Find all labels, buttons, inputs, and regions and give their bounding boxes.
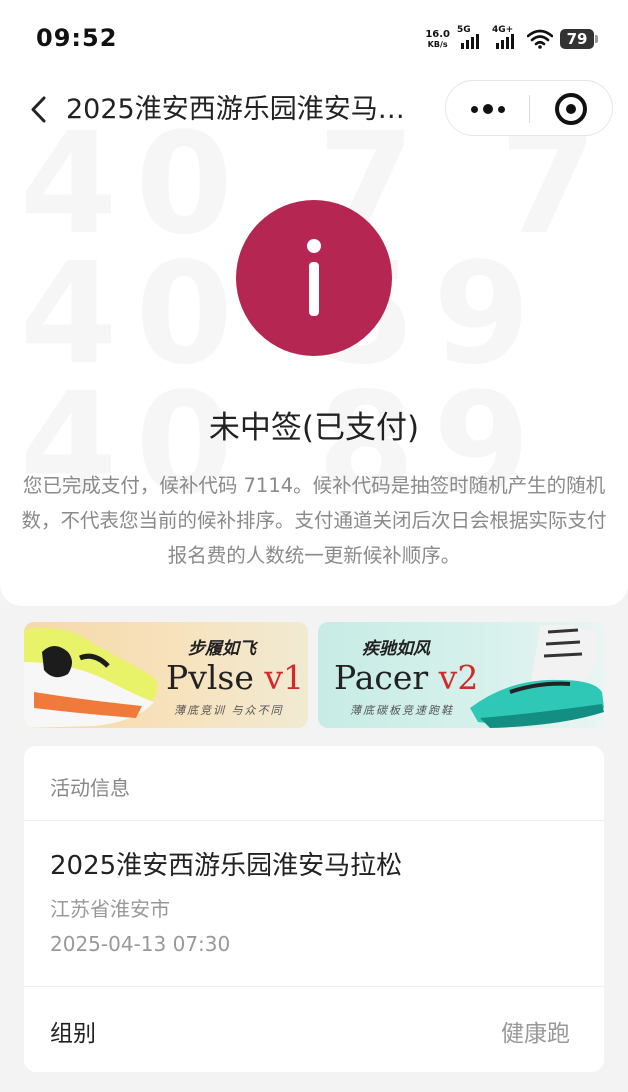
target-circle-icon[interactable]: [555, 93, 587, 125]
more-dots-icon[interactable]: [468, 95, 508, 123]
divider: [24, 820, 604, 821]
battery-icon: 79: [560, 29, 598, 49]
network-speed: 16.0 KB/s: [425, 29, 450, 49]
banner-tagline: 步履如飞: [188, 639, 256, 659]
result-title: 未中签(已支付): [208, 410, 420, 446]
card-header: 活动信息: [50, 776, 130, 800]
banner-tagline: 疾驰如风: [362, 639, 430, 659]
event-location: 江苏省淮安市: [50, 897, 170, 921]
banner-model: Pacer v2: [334, 660, 478, 696]
back-button[interactable]: [22, 92, 58, 128]
network-speed-value: 16.0: [425, 29, 450, 40]
info-icon: [236, 200, 392, 356]
miniprogram-capsule: [445, 80, 613, 136]
divider: [24, 986, 604, 987]
banner-subtitle: 薄底竞训 与众不同: [174, 704, 284, 717]
wifi-icon: [527, 29, 553, 49]
result-description: 您已完成支付，候补代码 7114。候补代码是抽签时随机产生的随机数，不代表您当前…: [21, 474, 607, 567]
page-title: 2025淮安西游乐园淮安马…: [66, 94, 405, 125]
signal-4g-icon: 4G+: [492, 25, 520, 51]
banner-model-name: Pacer: [334, 658, 429, 697]
banner-model-name: Pvlse: [166, 658, 254, 697]
banner-pacer[interactable]: 疾驰如风 Pacer v2 薄底碳板竞速跑鞋: [318, 622, 604, 728]
group-label: 组别: [50, 1021, 96, 1047]
chevron-left-icon: [31, 96, 46, 123]
event-datetime: 2025-04-13 07:30: [50, 932, 231, 956]
shoe-image: [24, 627, 158, 728]
banner-subtitle: 薄底碳板竞速跑鞋: [350, 704, 454, 717]
shoe-image: [470, 624, 604, 728]
capsule-divider: [529, 95, 530, 123]
event-name: 2025淮安西游乐园淮安马拉松: [50, 851, 403, 881]
group-value: 健康跑: [501, 1021, 570, 1047]
status-bar: 09:52 16.0 KB/s 5G 4G+ 79: [0, 0, 628, 78]
nav-bar: 2025淮安西游乐园淮安马…: [0, 80, 628, 140]
banner-model-version: v1: [253, 658, 305, 697]
banner-pvlse[interactable]: 步履如飞 Pvlse v1 薄底竞训 与众不同: [24, 622, 308, 728]
result-panel: 40 7 7 40 59 40 89 09:52 16.0 KB/s 5G 4G…: [0, 0, 628, 606]
activity-info-card: 活动信息 2025淮安西游乐园淮安马拉松 江苏省淮安市 2025-04-13 0…: [24, 746, 604, 1072]
status-icons: 16.0 KB/s 5G 4G+ 79: [425, 25, 598, 52]
banner-model: Pvlse v1: [166, 660, 304, 696]
status-time: 09:52: [36, 24, 118, 52]
signal-5g-icon: 5G: [457, 25, 485, 51]
network-speed-unit: KB/s: [427, 40, 448, 49]
